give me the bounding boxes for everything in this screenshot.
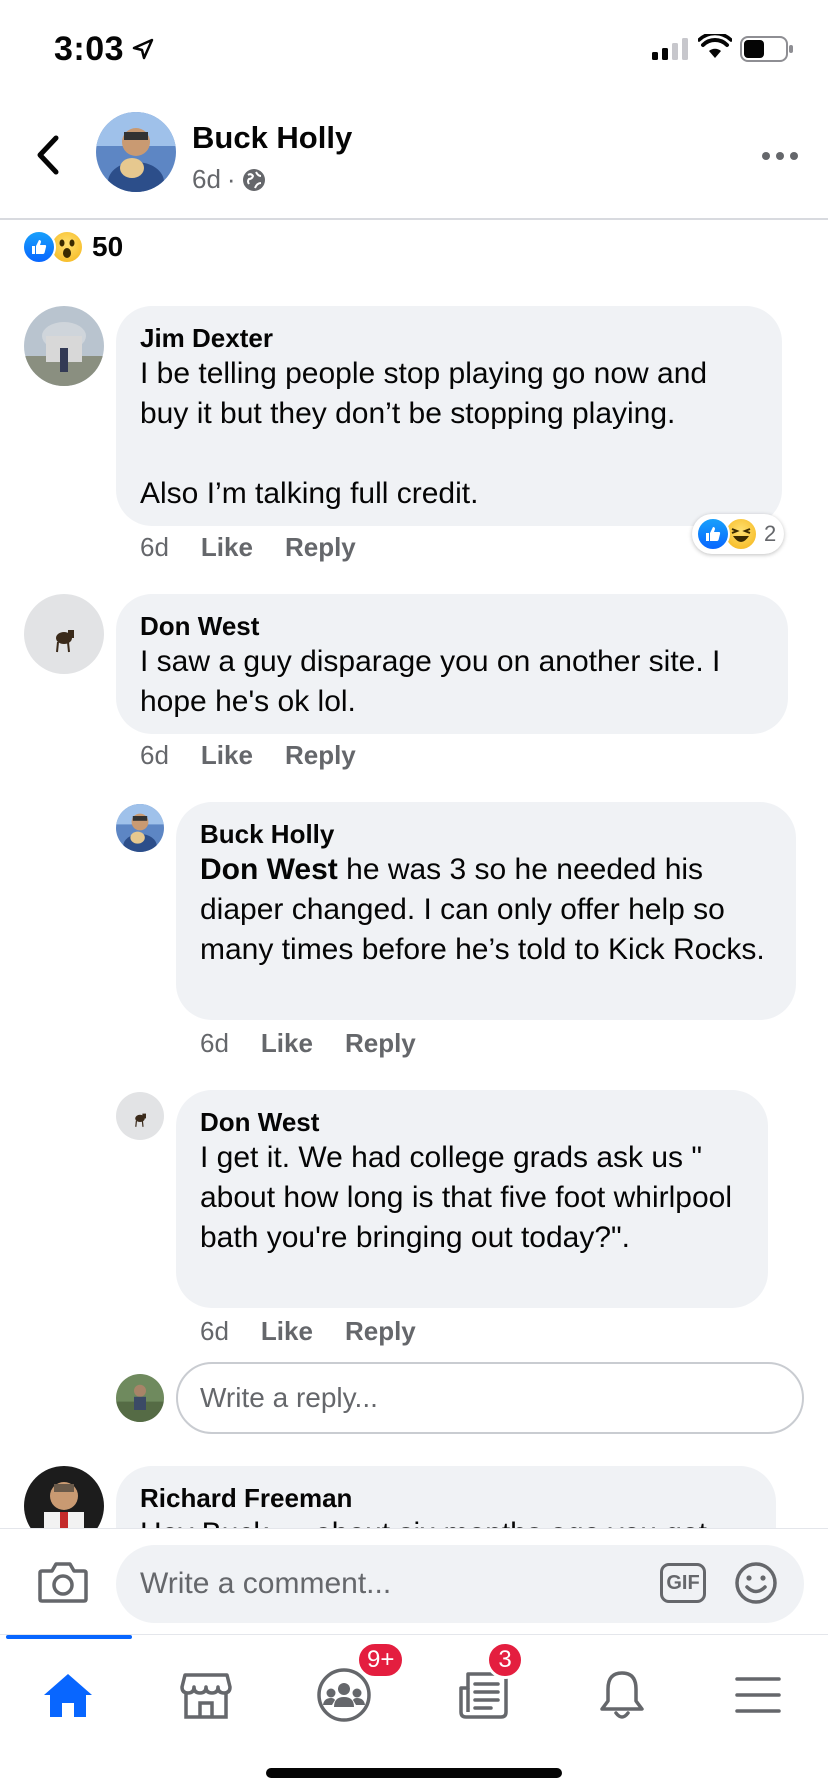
post-reactions-summary[interactable]: 50 — [22, 230, 123, 264]
emoji-icon[interactable] — [734, 1561, 778, 1605]
comment-time: 6d — [200, 1316, 229, 1346]
mention-link[interactable]: Don West — [200, 853, 338, 886]
comment-text: Hey Buck … about six months ago you got — [140, 1514, 752, 1528]
post-header: Buck Holly 6d · — [0, 96, 828, 220]
battery-icon — [740, 36, 793, 62]
back-arrow-icon[interactable] — [28, 130, 68, 180]
news-badge: 3 — [486, 1641, 524, 1679]
reply-button[interactable]: Reply — [345, 1028, 416, 1059]
comment-actions: 6d Like Reply — [140, 740, 356, 771]
camera-icon[interactable] — [38, 1559, 88, 1603]
reply-bubble[interactable]: Don West I get it. We had college grads … — [176, 1090, 768, 1308]
tab-home[interactable] — [28, 1655, 108, 1735]
author-avatar[interactable] — [96, 112, 176, 192]
commenter-avatar[interactable] — [116, 804, 164, 852]
current-user-avatar — [116, 1374, 164, 1422]
reply-button[interactable]: Reply — [285, 740, 356, 771]
comment-bubble[interactable]: Don West I saw a guy disparage you on an… — [116, 594, 788, 734]
tab-menu[interactable] — [718, 1655, 798, 1735]
status-bar: 3:03 — [0, 0, 828, 96]
comment-bubble[interactable]: Richard Freeman Hey Buck … about six mon… — [116, 1466, 776, 1528]
gif-label: GIF — [666, 1571, 700, 1594]
commenter-name[interactable]: Don West — [140, 610, 764, 642]
post-meta: 6d · — [192, 164, 266, 195]
commenter-name[interactable]: Jim Dexter — [140, 322, 758, 354]
post-time: 6d — [192, 164, 221, 194]
commenter-name[interactable]: Don West — [200, 1106, 744, 1138]
reply-input[interactable]: Write a reply... — [176, 1362, 804, 1434]
location-arrow-icon — [132, 38, 154, 60]
like-reaction-icon — [696, 517, 730, 551]
comment-text: I saw a guy disparage you on another sit… — [140, 645, 729, 718]
tab-marketplace[interactable] — [166, 1655, 246, 1735]
comment-reactions[interactable]: 2 — [692, 514, 785, 554]
status-time: 3:03 — [54, 30, 125, 68]
commenter-avatar[interactable] — [24, 306, 104, 386]
commenter-avatar[interactable] — [24, 594, 104, 674]
reaction-count: 50 — [92, 231, 124, 262]
reply-text: Don West he was 3 so he needed his diape… — [200, 850, 772, 970]
globe-icon — [242, 168, 265, 191]
commenter-name[interactable]: Richard Freeman — [140, 1482, 752, 1514]
meta-separator: · — [226, 164, 236, 194]
comment-actions: 6d Like Reply — [200, 1316, 416, 1347]
home-icon — [44, 1674, 92, 1717]
like-button[interactable]: Like — [261, 1316, 313, 1347]
home-indicator — [266, 1768, 562, 1778]
tab-notifications[interactable] — [582, 1655, 662, 1735]
hamburger-menu-icon — [735, 1677, 781, 1713]
active-tab-indicator — [6, 1635, 132, 1639]
reply-text: I get it. We had college grads ask us " … — [200, 1141, 741, 1254]
comment-actions: 6d Like Reply — [200, 1028, 416, 1059]
comment-composer: Write a comment... GIF — [0, 1528, 828, 1634]
comment-reaction-count: 2 — [764, 521, 777, 546]
comment-actions: 6d Like Reply — [140, 532, 356, 563]
groups-badge: 9+ — [356, 1641, 406, 1679]
comment-bubble[interactable]: Jim Dexter I be telling people stop play… — [116, 306, 782, 526]
commenter-avatar[interactable] — [24, 1466, 104, 1528]
like-button[interactable]: Like — [201, 740, 253, 771]
bell-icon — [600, 1671, 644, 1719]
commenter-avatar[interactable] — [116, 1092, 164, 1140]
like-button[interactable]: Like — [201, 532, 253, 563]
cellular-signal-icon — [652, 38, 688, 60]
more-options-icon[interactable] — [760, 146, 800, 166]
comment-clip: Richard Freeman Hey Buck … about six mon… — [0, 1466, 828, 1528]
comment-time: 6d — [200, 1028, 229, 1058]
marketplace-icon — [180, 1673, 232, 1719]
comment-time: 6d — [140, 532, 169, 562]
comment-time: 6d — [140, 740, 169, 770]
gif-button[interactable]: GIF — [660, 1563, 706, 1603]
commenter-name[interactable]: Buck Holly — [200, 818, 772, 850]
like-button[interactable]: Like — [261, 1028, 313, 1059]
reply-button[interactable]: Reply — [285, 532, 356, 563]
comment-text: I be telling people stop playing go now … — [140, 357, 708, 510]
like-reaction-icon — [22, 230, 56, 264]
wifi-icon — [698, 34, 732, 58]
reply-bubble[interactable]: Buck Holly Don West he was 3 so he neede… — [176, 802, 796, 1020]
author-name[interactable]: Buck Holly — [192, 120, 352, 156]
reply-button[interactable]: Reply — [345, 1316, 416, 1347]
